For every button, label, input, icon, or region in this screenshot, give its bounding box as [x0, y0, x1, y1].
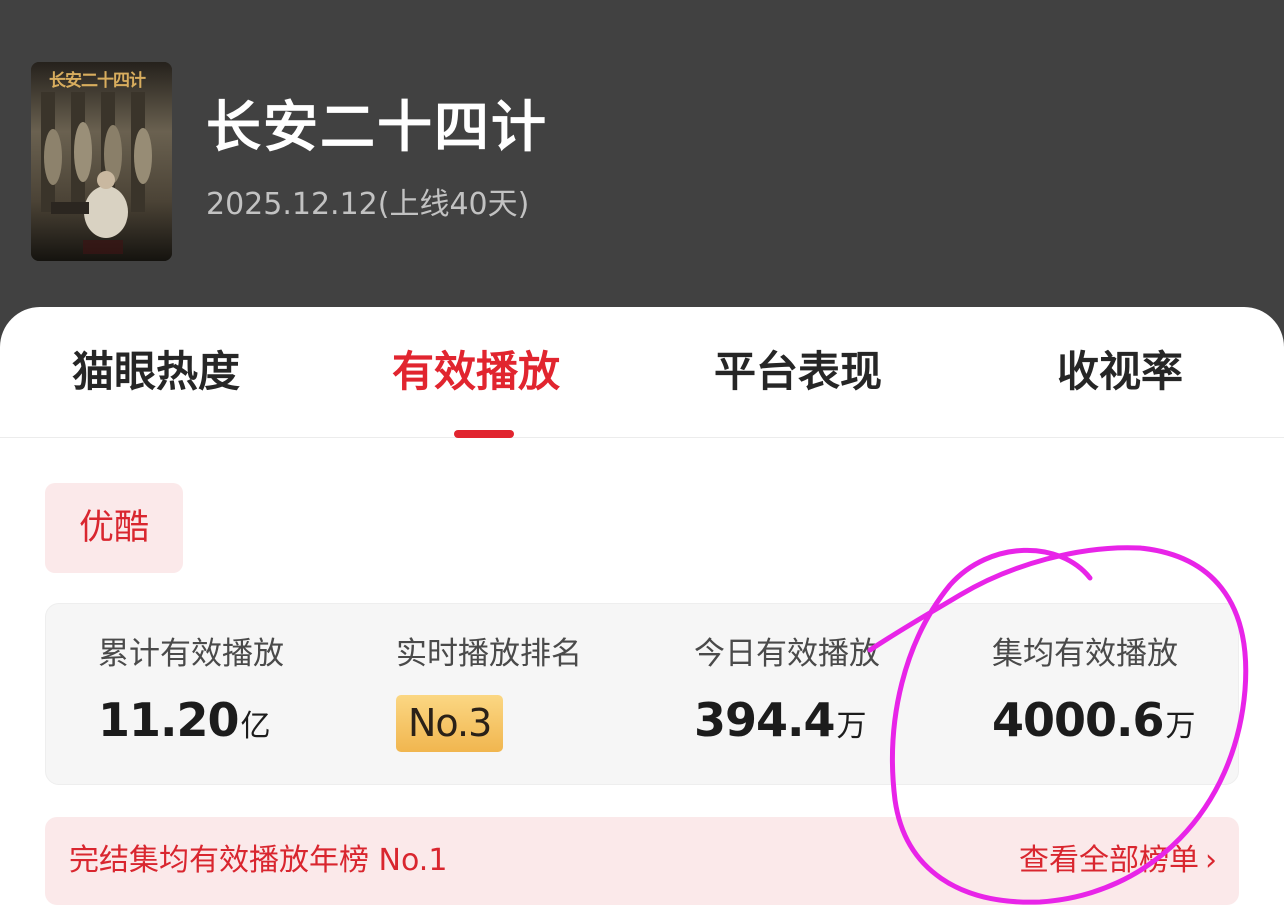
poster-art [31, 62, 172, 261]
ranking-text: 完结集均有效播放年榜 No.1 [69, 843, 448, 878]
rank-badge: No.3 [396, 695, 504, 752]
show-title: 长安二十四计 [206, 95, 549, 159]
stat-label: 累计有效播放 [98, 636, 284, 672]
tab-platform-performance[interactable]: 平台表现 [714, 344, 882, 400]
tab-ratings[interactable]: 收视率 [1057, 344, 1183, 400]
stat-realtime-rank: 实时播放排名 No.3 [396, 634, 582, 752]
stat-today-plays: 今日有效播放 394.4万 [694, 634, 880, 759]
tab-maoyan-heat[interactable]: 猫眼热度 [72, 344, 240, 400]
stat-unit: 亿 [240, 709, 271, 744]
platform-chip-youku[interactable]: 优酷 [45, 483, 183, 573]
tab-bar: 猫眼热度 有效播放 平台表现 收视率 [0, 307, 1284, 438]
release-info: 2025.12.12(上线40天) [206, 187, 530, 222]
tab-effective-plays[interactable]: 有效播放 [392, 344, 560, 400]
stat-value: 4000.6万 [992, 692, 1196, 759]
active-tab-indicator [454, 430, 514, 438]
stat-label: 集均有效播放 [992, 636, 1178, 672]
ranking-banner[interactable]: 完结集均有效播放年榜 No.1 查看全部榜单 › [45, 817, 1239, 905]
stat-number: 11.20 [98, 693, 240, 747]
stat-number: 394.4 [694, 693, 836, 747]
stat-cumulative-plays: 累计有效播放 11.20亿 [98, 634, 284, 759]
stats-panel: 累计有效播放 11.20亿 实时播放排名 No.3 今日有效播放 394.4万 … [45, 603, 1239, 785]
stat-unit: 万 [1165, 709, 1196, 744]
stat-unit: 万 [836, 709, 867, 744]
chevron-right-icon: › [1205, 843, 1217, 878]
stat-value: 11.20亿 [98, 692, 284, 759]
stat-label: 今日有效播放 [694, 636, 880, 672]
content-card: 猫眼热度 有效播放 平台表现 收视率 优酷 累计有效播放 11.20亿 实时播放… [0, 307, 1284, 919]
stat-number: 4000.6 [992, 693, 1165, 747]
stat-per-episode-plays: 集均有效播放 4000.6万 [992, 634, 1196, 759]
stat-label: 实时播放排名 [396, 636, 582, 672]
view-all-label: 查看全部榜单 [1019, 843, 1199, 878]
poster-image[interactable]: 长安二十四计 [31, 62, 172, 261]
stat-value: 394.4万 [694, 692, 880, 759]
page: 长安二十四计 长安二十四计 2025.12.12(上线40天) 猫眼热度 有效播… [0, 0, 1284, 919]
poster-title: 长安二十四计 [49, 71, 146, 91]
view-all-rankings-link[interactable]: 查看全部榜单 › [1019, 841, 1217, 881]
